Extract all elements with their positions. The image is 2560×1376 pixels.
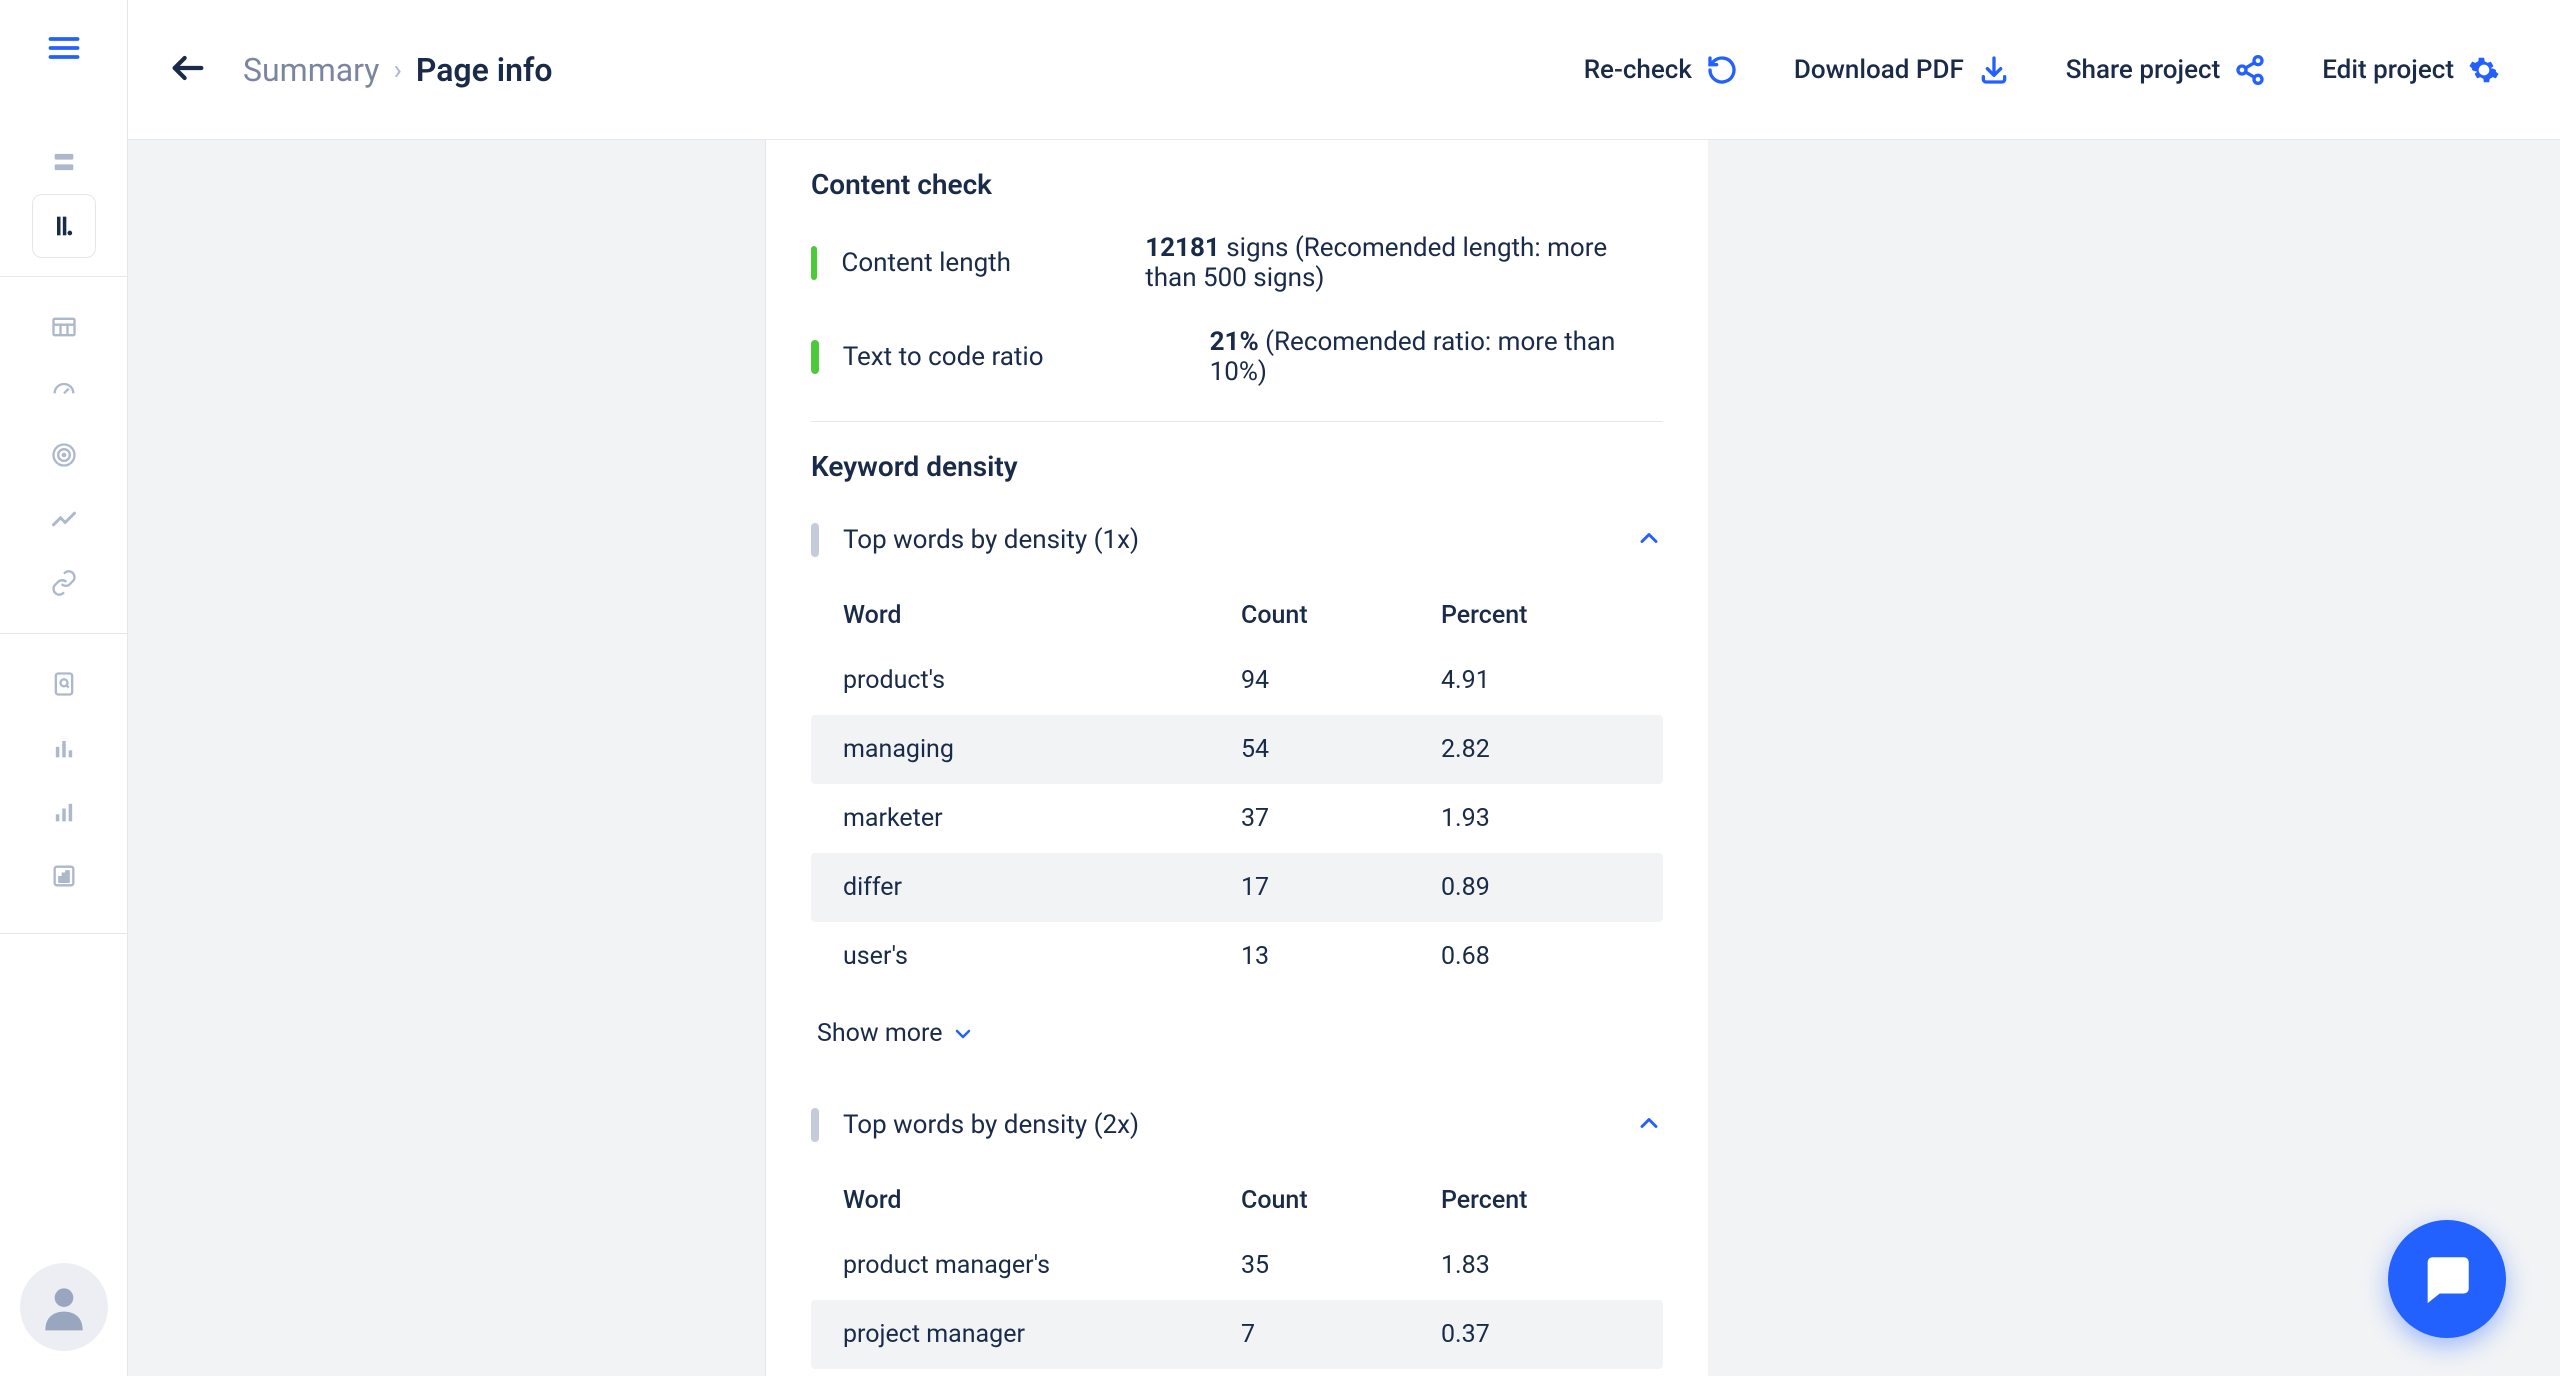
content-length-row: Content length 12181 signs (Recomended l…	[811, 233, 1663, 293]
col-percent-header: Percent	[1441, 601, 1631, 630]
status-good-indicator	[811, 246, 817, 280]
nav-separator	[0, 633, 127, 634]
nav-chart-box-icon[interactable]	[32, 844, 96, 908]
download-pdf-label: Download PDF	[1794, 55, 1964, 85]
recheck-button[interactable]: Re-check	[1584, 54, 1738, 86]
chat-icon	[2418, 1250, 2476, 1308]
nav-speed-icon[interactable]	[32, 359, 96, 423]
col-count-header: Count	[1241, 1186, 1441, 1215]
col-word-header: Word	[843, 601, 1241, 630]
nav-page-info-icon[interactable]	[32, 194, 96, 258]
content-length-label: Content length	[841, 248, 1145, 278]
text-code-ratio-value: 21% (Recomended ratio: more than 10%)	[1210, 327, 1663, 387]
table-row: differ 17 0.89	[811, 853, 1663, 922]
nav-separator	[0, 276, 127, 277]
header: Summary › Page info Re-check Download PD…	[128, 0, 2560, 140]
share-project-button[interactable]: Share project	[2066, 54, 2266, 86]
back-button[interactable]	[168, 48, 208, 92]
edit-project-label: Edit project	[2322, 55, 2454, 85]
gear-icon	[2468, 54, 2500, 86]
breadcrumb-current: Page info	[416, 51, 553, 89]
sidebar	[0, 0, 128, 1376]
density-1x-title: Top words by density (1x)	[843, 525, 1139, 555]
nav-trend-icon[interactable]	[32, 487, 96, 551]
nav-bars2-icon[interactable]	[32, 780, 96, 844]
refresh-icon	[1706, 54, 1738, 86]
nav-link-icon[interactable]	[32, 551, 96, 615]
nav-doc-search-icon[interactable]	[32, 652, 96, 716]
status-neutral-indicator	[811, 1108, 819, 1142]
recheck-label: Re-check	[1584, 55, 1692, 85]
user-avatar[interactable]	[20, 1263, 108, 1351]
menu-toggle-button[interactable]	[46, 30, 82, 70]
text-code-ratio-row: Text to code ratio 21% (Recomended ratio…	[811, 327, 1663, 387]
nav-target-icon[interactable]	[32, 423, 96, 487]
share-project-label: Share project	[2066, 55, 2220, 85]
density-2x-title: Top words by density (2x)	[843, 1110, 1139, 1140]
share-icon	[2234, 54, 2266, 86]
section-divider	[811, 421, 1663, 422]
nav-bars1-icon[interactable]	[32, 716, 96, 780]
col-count-header: Count	[1241, 601, 1441, 630]
edit-project-button[interactable]: Edit project	[2322, 54, 2500, 86]
table-row: project manager 7 0.37	[811, 1300, 1663, 1369]
nav-summary-icon[interactable]	[32, 130, 96, 194]
table-row: product's 94 4.91	[811, 646, 1663, 715]
content-check-title: Content check	[811, 168, 1663, 201]
table-row: user's 13 0.68	[811, 922, 1663, 991]
content-length-value: 12181 signs (Recomended length: more tha…	[1145, 233, 1663, 293]
text-code-ratio-label: Text to code ratio	[843, 342, 1210, 372]
breadcrumb: Summary › Page info	[243, 51, 552, 89]
chevron-down-icon	[951, 1022, 975, 1046]
density-1x-header[interactable]: Top words by density (1x)	[811, 523, 1663, 557]
density-2x-header[interactable]: Top words by density (2x)	[811, 1108, 1663, 1142]
status-good-indicator	[811, 340, 819, 374]
nav-table-icon[interactable]	[32, 295, 96, 359]
table-row: managing 54 2.82	[811, 715, 1663, 784]
nav-separator	[0, 933, 127, 934]
download-pdf-button[interactable]: Download PDF	[1794, 54, 2010, 86]
download-icon	[1978, 54, 2010, 86]
density-2x-table: Word Count Percent product manager's 35 …	[811, 1186, 1663, 1369]
chevron-up-icon	[1635, 524, 1663, 556]
status-neutral-indicator	[811, 523, 819, 557]
col-word-header: Word	[843, 1186, 1241, 1215]
breadcrumb-separator: ›	[393, 53, 401, 86]
col-percent-header: Percent	[1441, 1186, 1631, 1215]
density-1x-table: Word Count Percent product's 94 4.91 man…	[811, 601, 1663, 991]
chevron-up-icon	[1635, 1109, 1663, 1141]
keyword-density-title: Keyword density	[811, 450, 1663, 483]
show-more-button[interactable]: Show more	[817, 1019, 1663, 1048]
table-row: marketer 37 1.93	[811, 784, 1663, 853]
breadcrumb-summary[interactable]: Summary	[243, 51, 379, 89]
intercom-chat-button[interactable]	[2388, 1220, 2506, 1338]
main-panel: Content check Content length 12181 signs…	[765, 140, 1708, 1376]
table-row: product manager's 35 1.83	[811, 1231, 1663, 1300]
